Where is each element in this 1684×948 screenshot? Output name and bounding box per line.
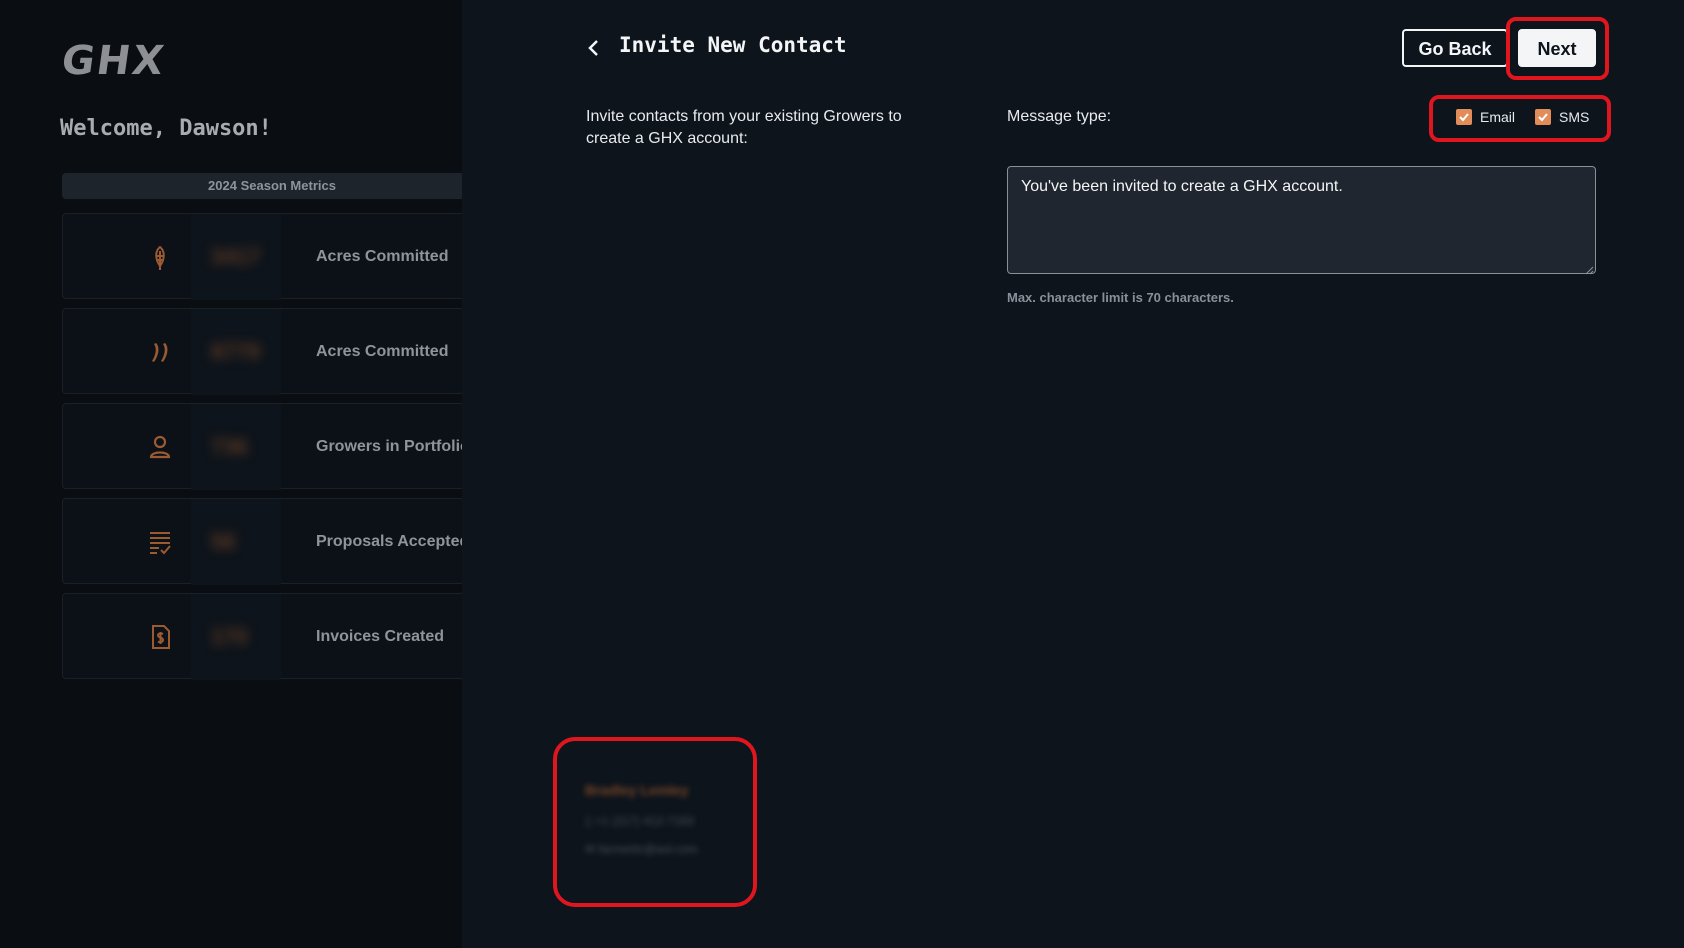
metric-value: 736 [191,404,281,490]
metric-value: 170 [191,594,281,680]
welcome-heading: Welcome, Dawson! [60,116,272,141]
ghx-logo[interactable]: GHX [59,38,169,84]
metrics-header: 2024 Season Metrics [62,173,462,199]
wheat-icon [145,337,175,367]
metric-card-acres-wheat: 8779 Acres Committed [62,308,462,395]
intro-text: Invite contacts from your existing Growe… [586,108,902,147]
person-icon [145,432,175,462]
go-back-button[interactable]: Go Back [1402,29,1508,67]
message-type-label: Message type: [1007,108,1112,125]
metric-value: 3417 [191,214,281,300]
metric-card-acres-corn: 3417 Acres Committed [62,213,462,300]
corn-icon [145,242,175,272]
back-chevron-icon[interactable] [583,36,603,60]
next-button-highlight [1506,17,1609,80]
metric-label: Acres Committed [316,343,449,360]
message-type-highlight [1429,95,1611,142]
page-title: Invite New Contact [619,33,847,57]
message-textarea[interactable]: You've been invited to create a GHX acco… [1007,166,1596,274]
metric-card-growers: 736 Growers in Portfolio [62,403,462,490]
metric-label: Growers in Portfolio [316,438,462,455]
invoice-icon [145,622,175,652]
metric-value: 56 [191,499,281,585]
metric-label: Invoices Created [316,628,445,645]
metric-value: 8779 [191,309,281,395]
sidebar: GHX Welcome, Dawson! 2024 Season Metrics… [0,0,462,948]
char-limit-hint: Max. character limit is 70 characters. [1007,290,1234,305]
metric-card-invoices: 170 Invoices Created [62,593,462,680]
metric-label: Acres Committed [316,248,449,265]
metric-card-proposals: 56 Proposals Accepted [62,498,462,585]
checklist-icon [145,527,175,557]
metric-label: Proposals Accepted [316,533,462,550]
contact-card-highlight [553,737,757,907]
resize-grip-icon[interactable] [1584,262,1594,275]
